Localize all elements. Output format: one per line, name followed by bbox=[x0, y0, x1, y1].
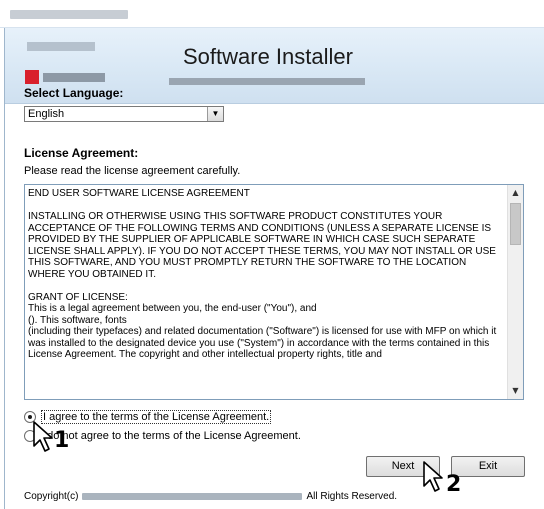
brand-name-redacted bbox=[43, 73, 105, 82]
window-title-redacted bbox=[10, 10, 128, 19]
brand-logo-redacted bbox=[27, 42, 95, 51]
installer-subtitle-redacted bbox=[169, 78, 365, 85]
agree-label[interactable]: I agree to the terms of the License Agre… bbox=[41, 410, 272, 424]
callout-number-1: 1 bbox=[54, 428, 70, 453]
license-text: END USER SOFTWARE LICENSE AGREEMENT INST… bbox=[28, 188, 497, 360]
disagree-label[interactable]: I do not agree to the terms of the Licen… bbox=[41, 430, 301, 442]
scroll-down-icon[interactable]: ▼ bbox=[508, 383, 523, 399]
copyright-footer: Copyright(c) All Rights Reserved. bbox=[24, 491, 397, 502]
scroll-thumb[interactable] bbox=[510, 203, 521, 245]
license-label: License Agreement: bbox=[24, 146, 139, 160]
copyright-owner-redacted bbox=[82, 493, 303, 500]
dropdown-arrow-icon[interactable]: ▼ bbox=[207, 107, 223, 121]
language-label: Select Language: bbox=[24, 86, 124, 100]
brand-logo-mark bbox=[25, 70, 39, 84]
exit-button[interactable]: Exit bbox=[451, 456, 525, 477]
installer-title: Software Installer bbox=[183, 44, 353, 69]
language-selected-value: English bbox=[28, 108, 65, 120]
copyright-prefix: Copyright(c) bbox=[24, 491, 79, 502]
callout-number-2: 2 bbox=[446, 472, 462, 497]
license-scrollbar[interactable]: ▲ ▼ bbox=[507, 185, 523, 399]
window-titlebar bbox=[0, 0, 544, 28]
scroll-up-icon[interactable]: ▲ bbox=[508, 185, 523, 201]
license-textbox[interactable]: END USER SOFTWARE LICENSE AGREEMENT INST… bbox=[24, 184, 524, 400]
license-instruction: Please read the license agreement carefu… bbox=[24, 165, 241, 177]
language-select[interactable]: English ▼ bbox=[24, 106, 224, 122]
copyright-suffix: All Rights Reserved. bbox=[306, 491, 398, 502]
